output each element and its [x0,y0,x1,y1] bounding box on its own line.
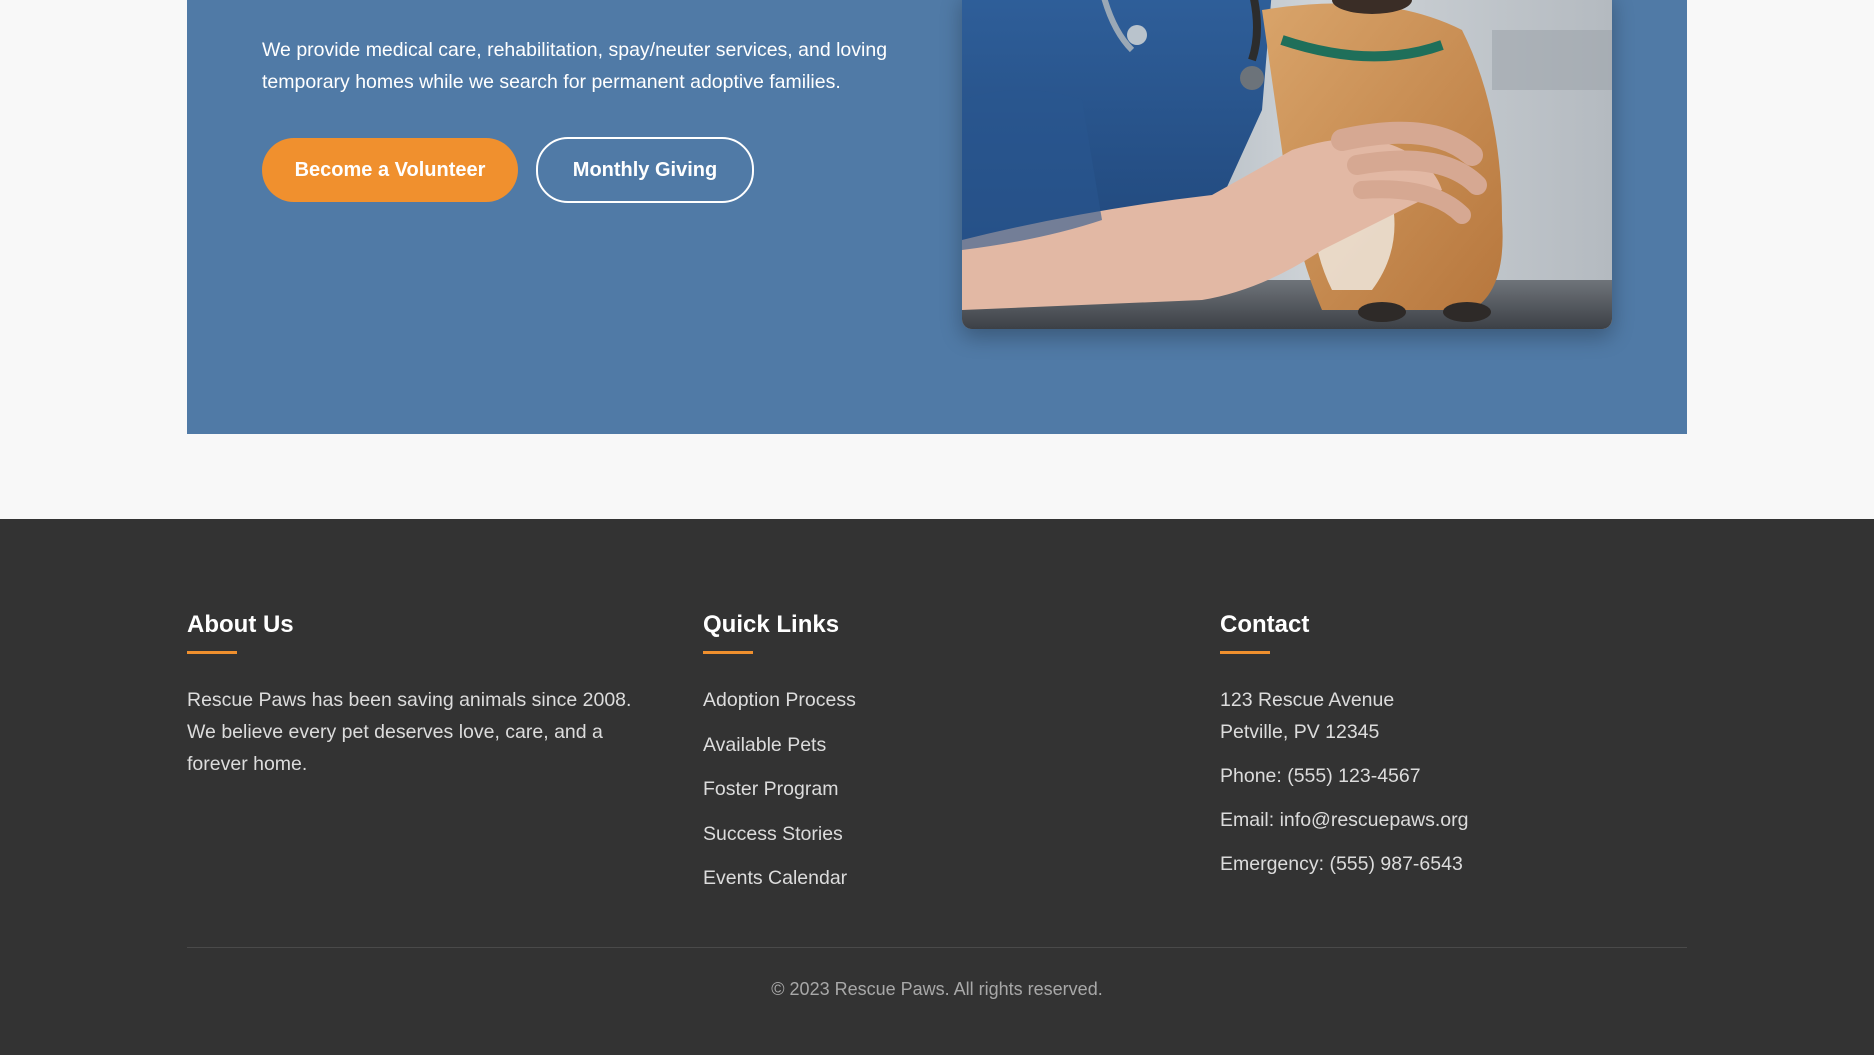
link-adoption-process[interactable]: Adoption Process [703,684,1183,716]
heading-underline [187,651,237,654]
link-events-calendar[interactable]: Events Calendar [703,862,1183,894]
link-success-stories[interactable]: Success Stories [703,818,1183,850]
link-foster-program[interactable]: Foster Program [703,773,1183,805]
footer-divider [187,947,1687,948]
hero-section: We provide medical care, rehabilitation,… [187,0,1687,434]
footer-quick-links-column: Quick Links Adoption Process Available P… [703,610,1183,907]
contact-emergency: Emergency: (555) 987-6543 [1220,853,1463,875]
contact-email: Email: info@rescuepaws.org [1220,809,1469,831]
vet-with-dog-image [962,0,1612,329]
about-text: Rescue Paws has been saving animals sinc… [187,689,632,775]
hero-description: We provide medical care, rehabilitation,… [262,39,888,93]
become-volunteer-button[interactable]: Become a Volunteer [262,138,518,202]
footer-about-column: About Us Rescue Paws has been saving ani… [187,610,667,780]
contact-address-line2: Petville, PV 12345 [1220,721,1380,743]
link-available-pets[interactable]: Available Pets [703,729,1183,761]
footer-contact-column: Contact 123 Rescue Avenue Petville, PV 1… [1220,610,1700,880]
hero-buttons: Become a Volunteer Monthly Giving [262,137,754,203]
heading-underline [1220,651,1270,654]
about-heading: About Us [187,611,294,638]
site-footer: About Us Rescue Paws has been saving ani… [0,519,1874,1055]
quick-links-heading: Quick Links [703,611,840,638]
contact-address-line1: 123 Rescue Avenue [1220,689,1395,711]
monthly-giving-button[interactable]: Monthly Giving [536,137,754,203]
contact-heading: Contact [1220,611,1310,638]
heading-underline [703,651,753,654]
contact-phone: Phone: (555) 123-4567 [1220,765,1421,787]
quick-links-list: Adoption Process Available Pets Foster P… [703,684,1183,894]
copyright-text: © 2023 Rescue Paws. All rights reserved. [771,979,1103,999]
